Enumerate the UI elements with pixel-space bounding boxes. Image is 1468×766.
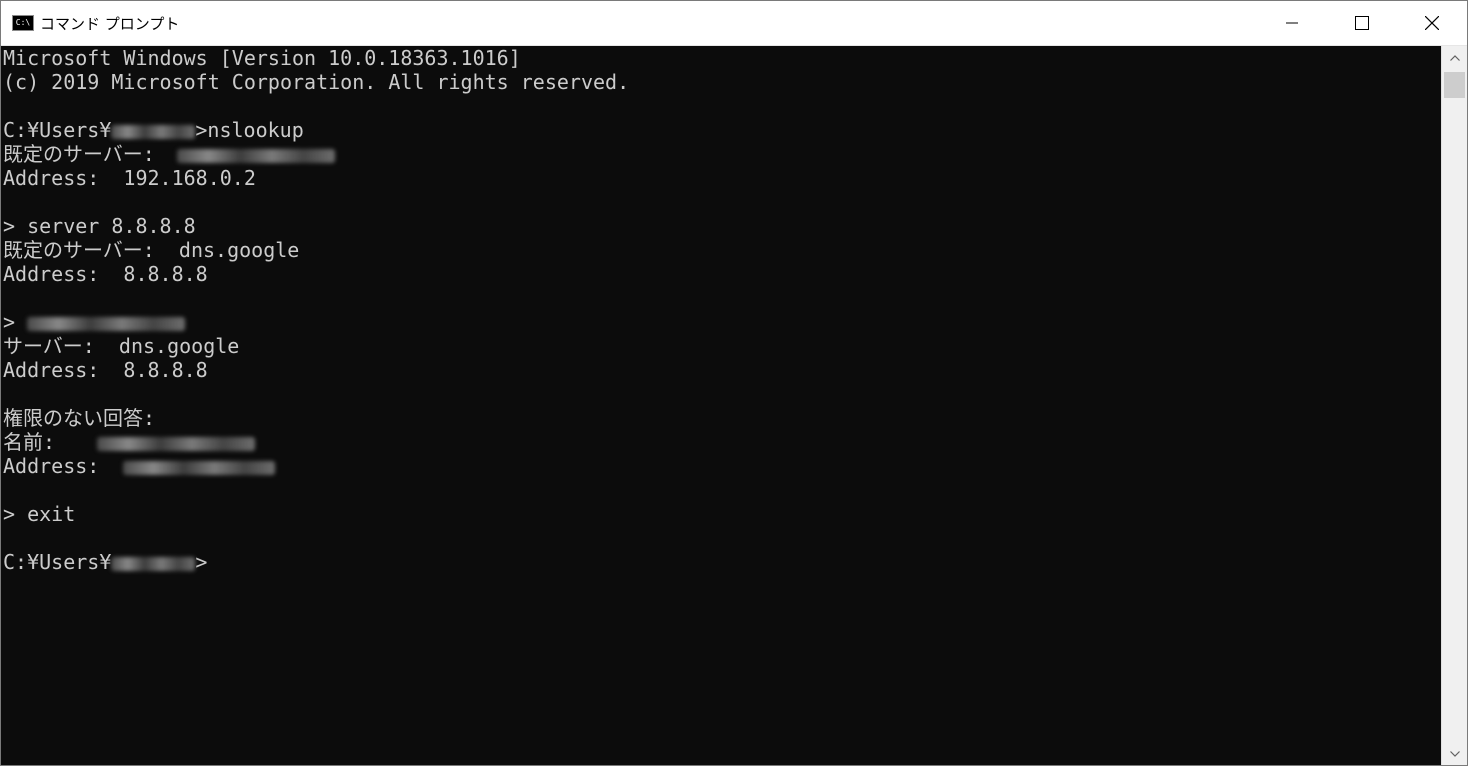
window-title: コマンド プロンプト (40, 14, 180, 33)
redacted-username (111, 124, 196, 139)
console-line: サーバー: dns.google (3, 334, 240, 358)
console-line: 既定のサーバー: dns.google (3, 238, 300, 262)
console-line: 名前: (1, 430, 1441, 454)
redacted-query-hostname (27, 316, 186, 331)
maximize-button[interactable] (1327, 1, 1397, 45)
vertical-scrollbar[interactable] (1441, 46, 1467, 765)
console-line: (c) 2019 Microsoft Corporation. All righ… (3, 70, 630, 94)
window-controls (1257, 1, 1467, 45)
address-label: Address: (3, 454, 100, 478)
chevron-up-icon (1449, 55, 1460, 61)
title-bar[interactable]: C:\ コマンド プロンプト (1, 1, 1467, 46)
console-line: > exit (3, 502, 76, 526)
console-line: 既定のサーバー: (1, 142, 1441, 166)
minimize-icon (1286, 22, 1298, 24)
chevron-down-icon (1449, 751, 1460, 757)
prompt-path: C:¥Users¥ (3, 550, 112, 574)
cmd-icon: C:\ (12, 15, 34, 31)
prompt-marker: > (3, 310, 16, 334)
console-line: Microsoft Windows [Version 10.0.18363.10… (3, 46, 521, 70)
redacted-resolved-name (97, 436, 256, 451)
prompt-path: C:¥Users¥ (3, 118, 112, 142)
command-text: >nslookup (195, 118, 304, 142)
redacted-server-name (176, 148, 335, 163)
minimize-button[interactable] (1257, 1, 1327, 45)
console-line: C:¥Users¥ >nslookup (1, 118, 1441, 142)
command-prompt-window: C:\ コマンド プロンプト Microsoft Windows [Versio… (0, 0, 1468, 766)
console-line: Address: (1, 454, 1441, 478)
redacted-resolved-address (123, 460, 276, 475)
console-line: Address: 192.168.0.2 (3, 166, 256, 190)
console-line: Address: 8.8.8.8 (3, 358, 208, 382)
close-icon (1425, 16, 1439, 30)
maximize-icon (1355, 16, 1369, 30)
console-line: Address: 8.8.8.8 (3, 262, 208, 286)
console-line: 権限のない回答: (3, 406, 156, 430)
scroll-down-button[interactable] (1442, 742, 1467, 765)
redacted-username (111, 556, 196, 571)
name-label: 名前: (3, 430, 56, 454)
console-line: > server 8.8.8.8 (3, 214, 196, 238)
scroll-up-button[interactable] (1442, 46, 1467, 70)
prompt-marker: > (195, 550, 208, 574)
console-output[interactable]: Microsoft Windows [Version 10.0.18363.10… (1, 46, 1441, 765)
console-line: C:¥Users¥ > (1, 550, 1441, 574)
scrollbar-thumb[interactable] (1444, 72, 1465, 98)
close-button[interactable] (1397, 1, 1467, 45)
console-line: > (1, 310, 1441, 334)
default-server-label: 既定のサーバー: (3, 142, 155, 166)
